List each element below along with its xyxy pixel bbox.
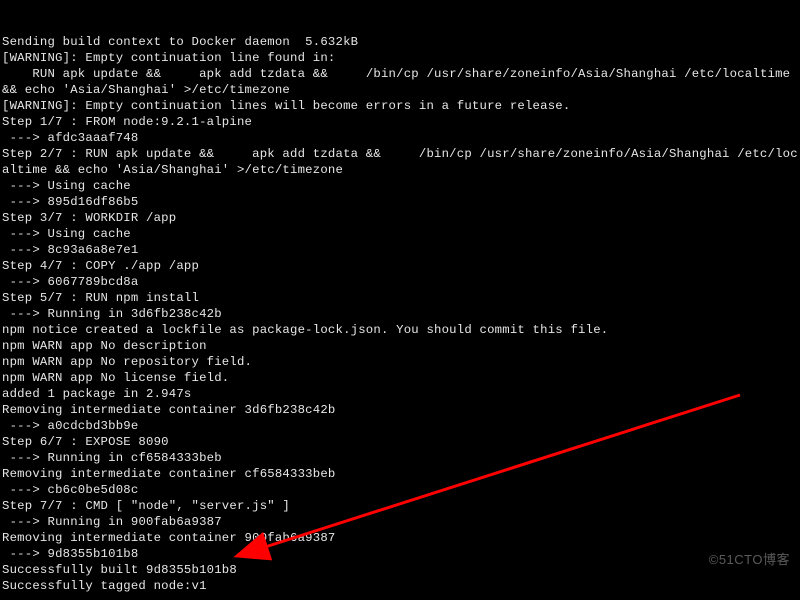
terminal-line: Successfully tagged node:v1 (2, 578, 798, 594)
terminal-line: ---> 8c93a6a8e7e1 (2, 242, 798, 258)
terminal-line: ---> Running in 900fab6a9387 (2, 514, 798, 530)
terminal-line: Removing intermediate container cf658433… (2, 466, 798, 482)
terminal-line: Step 5/7 : RUN npm install (2, 290, 798, 306)
terminal-line: ---> 9d8355b101b8 (2, 546, 798, 562)
terminal-window[interactable]: Sending build context to Docker daemon 5… (0, 0, 800, 600)
terminal-line: added 1 package in 2.947s (2, 386, 798, 402)
terminal-output: Sending build context to Docker daemon 5… (2, 34, 798, 594)
terminal-line: ---> Using cache (2, 226, 798, 242)
terminal-line: ---> afdc3aaaf748 (2, 130, 798, 146)
terminal-line: ---> cb6c0be5d08c (2, 482, 798, 498)
terminal-line: Removing intermediate container 900fab6a… (2, 530, 798, 546)
terminal-line: ---> Running in cf6584333beb (2, 450, 798, 466)
terminal-line: npm WARN app No license field. (2, 370, 798, 386)
terminal-line: Successfully built 9d8355b101b8 (2, 562, 798, 578)
terminal-line: Step 3/7 : WORKDIR /app (2, 210, 798, 226)
terminal-line: Step 7/7 : CMD [ "node", "server.js" ] (2, 498, 798, 514)
terminal-line: ---> 895d16df86b5 (2, 194, 798, 210)
terminal-line: Step 1/7 : FROM node:9.2.1-alpine (2, 114, 798, 130)
terminal-line: ---> 6067789bcd8a (2, 274, 798, 290)
terminal-line: Sending build context to Docker daemon 5… (2, 34, 798, 50)
terminal-line: ---> Running in 3d6fb238c42b (2, 306, 798, 322)
terminal-line: [WARNING]: Empty continuation line found… (2, 50, 798, 66)
terminal-line: Removing intermediate container 3d6fb238… (2, 402, 798, 418)
terminal-line: npm WARN app No description (2, 338, 798, 354)
terminal-line: Step 2/7 : RUN apk update && apk add tzd… (2, 146, 798, 178)
terminal-line: npm WARN app No repository field. (2, 354, 798, 370)
terminal-line: ---> Using cache (2, 178, 798, 194)
terminal-line: RUN apk update && apk add tzdata && /bin… (2, 66, 798, 98)
terminal-line: npm notice created a lockfile as package… (2, 322, 798, 338)
terminal-line: ---> a0cdcbd3bb9e (2, 418, 798, 434)
terminal-line: Step 4/7 : COPY ./app /app (2, 258, 798, 274)
terminal-line: Step 6/7 : EXPOSE 8090 (2, 434, 798, 450)
watermark-text: ©51CTO博客 (709, 552, 790, 568)
terminal-line: [WARNING]: Empty continuation lines will… (2, 98, 798, 114)
